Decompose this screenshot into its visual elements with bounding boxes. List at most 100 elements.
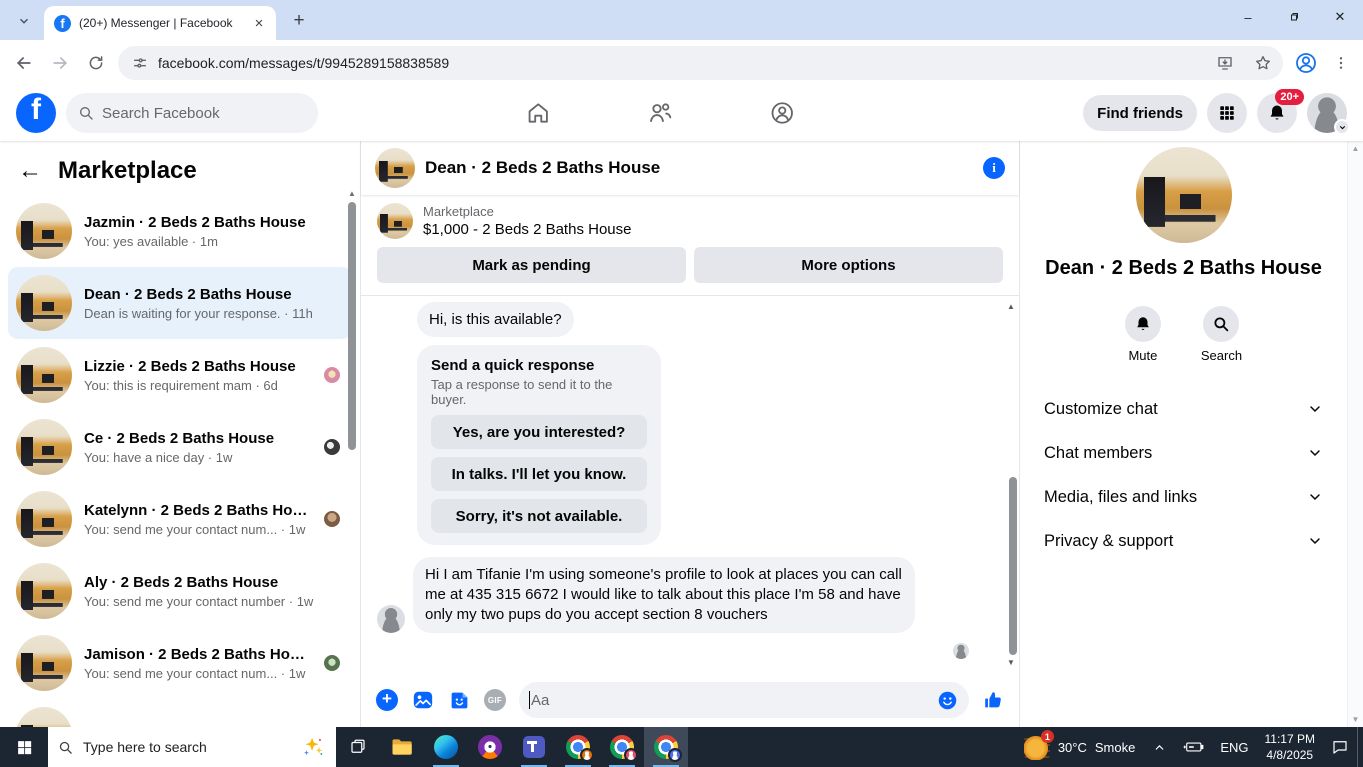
- mute-button[interactable]: Mute: [1124, 306, 1161, 363]
- restore-button[interactable]: [1271, 0, 1317, 34]
- page-content: ← Marketplace Jazmin · 2 Beds 2 Baths Ho…: [0, 141, 1363, 727]
- sidebar-header: ← Marketplace: [0, 153, 360, 195]
- task-view-button[interactable]: [336, 727, 380, 767]
- edge-button[interactable]: [424, 727, 468, 767]
- back-arrow-button[interactable]: ←: [18, 159, 42, 183]
- teams-button[interactable]: [512, 727, 556, 767]
- chat-avatar[interactable]: [375, 148, 415, 188]
- message-input[interactable]: Aa: [519, 682, 969, 718]
- site-settings-icon[interactable]: [132, 55, 148, 71]
- chrome-profile1-button[interactable]: [556, 727, 600, 767]
- chrome-icon: [566, 735, 594, 762]
- url-text[interactable]: facebook.com/messages/t/9945289158838589: [158, 55, 449, 71]
- quick-response-option-3[interactable]: Sorry, it's not available.: [431, 499, 647, 533]
- account-menu-button[interactable]: [1307, 93, 1350, 135]
- chevron-up-icon: [1155, 744, 1164, 750]
- section-label: Privacy & support: [1044, 531, 1174, 550]
- emoji-button[interactable]: [935, 688, 959, 712]
- messages-scrollbar[interactable]: ▲ ▼: [1005, 302, 1017, 667]
- bookmark-star-icon[interactable]: [1249, 49, 1277, 77]
- find-friends-button[interactable]: Find friends: [1083, 95, 1197, 131]
- groups-tab[interactable]: [768, 99, 796, 127]
- chat-title[interactable]: Dean · 2 Beds 2 Baths House: [425, 158, 973, 178]
- minimize-button[interactable]: –: [1225, 0, 1271, 34]
- gif-button[interactable]: GIF: [483, 688, 507, 712]
- scroll-up-arrow[interactable]: ▲: [1007, 302, 1015, 311]
- back-button[interactable]: [10, 49, 38, 77]
- search-in-conversation-button[interactable]: Search: [1201, 306, 1242, 363]
- clock[interactable]: 11:17 PM 4/8/2025: [1257, 731, 1323, 763]
- message-list: Hi, is this available? Send a quick resp…: [361, 296, 1019, 673]
- scroll-up-arrow[interactable]: ▲: [1352, 144, 1360, 153]
- open-more-actions-button[interactable]: +: [375, 688, 399, 712]
- reload-button[interactable]: [82, 49, 110, 77]
- new-tab-button[interactable]: +: [286, 10, 312, 32]
- conversation-item-jazmin[interactable]: Jazmin · 2 Beds 2 Baths House You: yes a…: [8, 195, 352, 267]
- attach-media-button[interactable]: [411, 688, 435, 712]
- mark-as-pending-button[interactable]: Mark as pending: [377, 247, 686, 283]
- language-indicator[interactable]: ENG: [1212, 727, 1256, 767]
- friends-tab[interactable]: [646, 99, 674, 127]
- task-view-icon: [351, 739, 365, 753]
- like-button[interactable]: [981, 688, 1005, 712]
- restore-icon: [1291, 13, 1298, 21]
- close-window-button[interactable]: ✕: [1317, 0, 1363, 34]
- conversation-item-dean[interactable]: Dean · 2 Beds 2 Baths House Dean is wait…: [8, 267, 352, 339]
- conversation-item-ce[interactable]: Ce · 2 Beds 2 Baths House You: have a ni…: [8, 411, 352, 483]
- section-media-files-links[interactable]: Media, files and links: [1040, 475, 1327, 519]
- file-explorer-button[interactable]: [380, 727, 424, 767]
- tray-expand-button[interactable]: [1145, 727, 1174, 767]
- scroll-down-arrow[interactable]: ▼: [1007, 658, 1015, 667]
- scroll-down-arrow[interactable]: ▼: [1352, 715, 1360, 724]
- conversation-item-katelynn[interactable]: Katelynn · 2 Beds 2 Baths Hou... You: se…: [8, 483, 352, 555]
- install-app-icon[interactable]: [1211, 49, 1239, 77]
- conversation-item-lizzie[interactable]: Lizzie · 2 Beds 2 Baths House You: this …: [8, 339, 352, 411]
- listing-avatar: [16, 347, 72, 403]
- conversation-name: Lizzie · 2 Beds 2 Baths House: [84, 357, 296, 375]
- sticker-button[interactable]: [447, 688, 471, 712]
- section-chat-members[interactable]: Chat members: [1040, 431, 1327, 475]
- chrome-profile3-button-active[interactable]: [644, 727, 688, 767]
- home-tab[interactable]: [524, 99, 552, 127]
- quick-response-option-1[interactable]: Yes, are you interested?: [431, 415, 647, 449]
- conversation-item-jamison[interactable]: Jamison · 2 Beds 2 Baths House You: send…: [8, 627, 352, 699]
- conversation-item-ana-lilia[interactable]: Ana Lilia · 2 Beds 2 Baths House: [8, 699, 352, 727]
- copilot-sparkle-icon: [304, 737, 323, 756]
- taskbar-search-placeholder: Type here to search: [83, 739, 207, 755]
- browser-profile-button[interactable]: [1291, 48, 1321, 78]
- text-cursor: [529, 691, 530, 709]
- chrome-profile2-button[interactable]: [600, 727, 644, 767]
- more-options-button[interactable]: More options: [694, 247, 1003, 283]
- scroll-up-arrow[interactable]: ▲: [348, 189, 356, 198]
- browser-menu-button[interactable]: [1329, 49, 1353, 77]
- taskbar-search-input[interactable]: Type here to search: [48, 727, 336, 767]
- avast-browser-button[interactable]: [468, 727, 512, 767]
- notification-badge: 20+: [1275, 89, 1304, 106]
- tab-close-icon[interactable]: ×: [250, 14, 268, 32]
- battery-status[interactable]: [1174, 727, 1212, 767]
- listing-summary[interactable]: Marketplace $1,000 - 2 Beds 2 Baths Hous…: [377, 203, 1003, 239]
- windows-taskbar: Type here to search 1 30°C Smoke ENG 11:…: [0, 727, 1363, 767]
- section-privacy-support[interactable]: Privacy & support: [1040, 519, 1327, 563]
- section-customize-chat[interactable]: Customize chat: [1040, 387, 1327, 431]
- conversation-item-aly[interactable]: Aly · 2 Beds 2 Baths House You: send me …: [8, 555, 352, 627]
- browser-tab[interactable]: f (20+) Messenger | Facebook ×: [44, 6, 276, 40]
- facebook-search-input[interactable]: Search Facebook: [66, 93, 318, 133]
- action-center-button[interactable]: [1323, 727, 1357, 767]
- notifications-button[interactable]: 20+: [1257, 89, 1304, 133]
- start-button[interactable]: [0, 727, 48, 767]
- facebook-logo[interactable]: f: [16, 93, 56, 133]
- quick-response-option-2[interactable]: In talks. I'll let you know.: [431, 457, 647, 491]
- address-bar[interactable]: facebook.com/messages/t/9945289158838589: [118, 45, 1283, 80]
- incoming-message-row: Hi I am Tifanie I'm using someone's prof…: [377, 557, 1003, 633]
- page-scrollbar[interactable]: ▲ ▼: [1347, 141, 1363, 727]
- forward-button[interactable]: [46, 49, 74, 77]
- weather-widget[interactable]: 1 30°C Smoke: [1014, 730, 1146, 760]
- tab-search-button[interactable]: [10, 7, 38, 35]
- sidebar-scrollbar[interactable]: ▲: [347, 189, 357, 450]
- show-desktop-button[interactable]: [1357, 727, 1363, 767]
- conversation-info-button[interactable]: i: [983, 157, 1005, 179]
- apps-menu-button[interactable]: [1207, 93, 1247, 133]
- scrollbar-thumb[interactable]: [348, 202, 356, 450]
- conversation-preview: You: send me your contact num... · 1w: [84, 665, 306, 681]
